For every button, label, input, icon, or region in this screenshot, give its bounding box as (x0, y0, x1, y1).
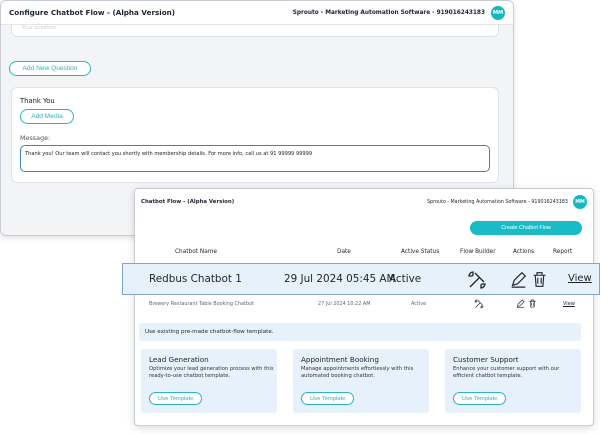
trash-icon[interactable] (528, 299, 537, 308)
column-header-date: Date (337, 249, 351, 255)
thank-you-card: Thank You Add Media Message: Thank you! … (11, 87, 499, 183)
row-date: 29 Jul 2024 05:45 AM (284, 273, 396, 285)
configure-header: Configure Chatbot Flow - (Alpha Version)… (1, 1, 513, 25)
chatbot-flow-window: Chatbot Flow - (Alpha Version) Sprouto -… (134, 188, 594, 426)
row-status: Active (389, 273, 422, 285)
use-template-button[interactable]: Use Template (453, 392, 507, 405)
template-description: Optimize your lead generation process wi… (149, 366, 274, 380)
add-new-question-button[interactable]: Add New Question (9, 61, 91, 76)
column-header-report: Report (553, 249, 573, 255)
tools-icon[interactable] (474, 299, 484, 309)
question-placeholder: Your question (22, 25, 56, 31)
template-title: Lead Generation (149, 355, 209, 364)
row-date: 27 Jul 2024 10:22 AM (318, 301, 371, 307)
column-header-actions: Actions (513, 249, 535, 255)
use-template-button[interactable]: Use Template (149, 392, 203, 405)
row-view-link[interactable]: View (568, 273, 592, 284)
stage: Configure Chatbot Flow - (Alpha Version)… (0, 0, 601, 434)
chatbot-flow-title: Chatbot Flow - (Alpha Version) (141, 199, 235, 205)
avatar[interactable]: MM (491, 5, 505, 20)
template-card-appointment-booking: Appointment Booking Manage appointments … (293, 349, 429, 413)
template-card-lead-generation: Lead Generation Optimize your lead gener… (141, 349, 277, 413)
create-chatbot-flow-button[interactable]: Create Chatbot Flow (470, 221, 582, 235)
template-card-customer-support: Customer Support Enhance your customer s… (445, 349, 581, 413)
column-header-status: Active Status (401, 249, 440, 255)
configure-title: Configure Chatbot Flow - (Alpha Version) (9, 8, 176, 17)
template-banner: Use existing pre-made chatbot-flow templ… (139, 323, 581, 341)
add-media-button[interactable]: Add Media (20, 109, 74, 124)
row-view-link[interactable]: View (563, 301, 575, 307)
row-chatbot-name: Redbus Chatbot 1 (149, 273, 242, 285)
template-description: Manage appointments effortlessly with th… (301, 366, 414, 380)
company-name: Sprouto - Marketing Automation Software … (292, 9, 485, 16)
chatbot-flow-header: Chatbot Flow - (Alpha Version) Sprouto -… (135, 189, 593, 215)
trash-icon[interactable] (531, 271, 548, 288)
tools-icon[interactable] (467, 270, 487, 290)
row-chatbot-name: Brewery Restaurant Table Booking Chatbot (149, 301, 254, 307)
thank-you-title: Thank You (20, 97, 55, 105)
pencil-icon[interactable] (516, 299, 525, 308)
template-title: Customer Support (453, 355, 519, 364)
configure-header-right: Sprouto - Marketing Automation Software … (292, 5, 505, 20)
column-header-name: Chatbot Name (175, 249, 217, 255)
template-description: Enhance your customer support with our e… (453, 366, 560, 380)
template-title: Appointment Booking (301, 355, 379, 364)
chatbot-flow-header-right: Sprouto - Marketing Automation Software … (427, 195, 587, 209)
use-template-button[interactable]: Use Template (301, 392, 355, 405)
row-status: Active (411, 301, 427, 307)
message-label: Message: (20, 134, 51, 142)
question-card: Your question (11, 25, 499, 37)
company-name: Sprouto - Marketing Automation Software … (427, 199, 568, 205)
highlighted-table-row[interactable]: Redbus Chatbot 1 29 Jul 2024 05:45 AM Ac… (122, 263, 600, 295)
column-header-flow-builder: Flow Builder (460, 249, 496, 255)
message-textarea[interactable]: Thank you! Our team will contact you sho… (20, 145, 490, 172)
pencil-icon[interactable] (510, 271, 527, 288)
avatar[interactable]: MM (573, 195, 587, 209)
